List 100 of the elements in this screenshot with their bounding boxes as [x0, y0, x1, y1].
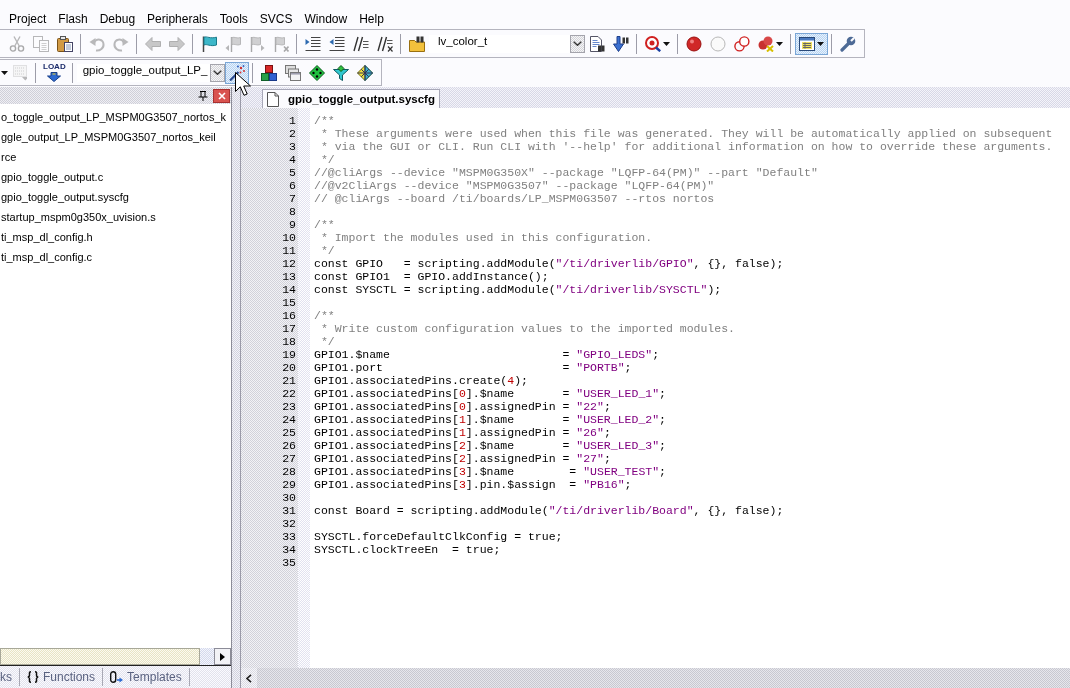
- tree-item[interactable]: gpio_toggle_output.syscfg: [1, 191, 129, 203]
- menu-item[interactable]: Tools: [213, 9, 254, 28]
- panel-tab[interactable]: ks: [0, 668, 20, 686]
- line-number: 22: [282, 387, 296, 400]
- line-number: 2: [289, 127, 296, 140]
- menu-item[interactable]: Help: [353, 9, 390, 28]
- diamond-icon: [308, 64, 325, 81]
- caret-icon: [0, 70, 8, 75]
- line-number: 1: [289, 114, 296, 127]
- scissors-icon: [9, 35, 25, 52]
- code-line: /**: [314, 114, 335, 127]
- scroll-right-button[interactable]: [214, 648, 231, 665]
- code-line: * Write custom configuration values to the imported modules.: [319, 322, 735, 335]
- scrollbar-thumb[interactable]: [0, 648, 200, 665]
- dropdown-button[interactable]: [570, 34, 585, 53]
- folder-binoculars-icon: [409, 35, 425, 52]
- line-number: 20: [282, 361, 296, 374]
- scrollbar-track[interactable]: [200, 648, 214, 665]
- editor-tab[interactable]: gpio_toggle_output.syscfg: [262, 89, 440, 108]
- double-circle-icon: [734, 35, 750, 52]
- line-number: 11: [282, 244, 296, 257]
- caret-icon: [776, 41, 783, 46]
- menu-item[interactable]: Window: [298, 9, 354, 28]
- caret-icon: [817, 41, 824, 46]
- code-line: GPIO1.port = "PORTB";: [314, 361, 632, 374]
- code-line: */: [319, 335, 335, 348]
- outdent-icon: [329, 35, 345, 52]
- line-number: 24: [282, 413, 296, 426]
- close-button[interactable]: [213, 88, 230, 103]
- code-line: //@cliArgs --device "MSPM0G350X" --package "LQFP-64(PM)" --part "Default": [314, 166, 818, 179]
- code-line: */: [319, 244, 335, 257]
- down-arrow-icon: [47, 72, 62, 82]
- tree-item[interactable]: startup_mspm0g350x_uvision.s: [1, 211, 156, 223]
- load-button[interactable]: LOAD: [40, 61, 69, 84]
- code-line: GPIO1.associatedPins[2].assignedPin = "27";: [314, 452, 611, 465]
- line-number: 34: [282, 543, 296, 556]
- menu-item[interactable]: Flash: [52, 9, 94, 28]
- comment-icon: [353, 35, 369, 52]
- menu-item[interactable]: SVCS: [253, 9, 299, 28]
- template-icon: [110, 671, 124, 683]
- tree-item[interactable]: rce: [1, 151, 17, 163]
- code-line: /**: [314, 309, 335, 322]
- wrench-icon: [840, 35, 856, 52]
- window-list-icon: [799, 35, 815, 52]
- close-icon: [217, 91, 226, 100]
- scroll-left-button[interactable]: [241, 668, 257, 688]
- caret-icon: [663, 41, 670, 46]
- line-number: 29: [282, 478, 296, 491]
- menu-item[interactable]: Project: [3, 9, 53, 28]
- tree-item[interactable]: ggle_output_LP_MSPM0G3507_nortos_keil: [1, 131, 216, 143]
- menu-item[interactable]: Peripherals: [141, 9, 214, 28]
- left-arrow-icon: [145, 35, 161, 52]
- code-area[interactable]: [310, 108, 1070, 668]
- right-triangle-icon: [220, 652, 225, 661]
- left-chevron-icon: [246, 673, 252, 683]
- flag-right-icon: [249, 35, 265, 52]
- combo-field[interactable]: gpio_toggle_output_LP_: [76, 63, 210, 82]
- line-number: 30: [282, 491, 296, 504]
- funnel-icon: [332, 64, 349, 81]
- uncomment-icon: [377, 35, 393, 52]
- code-line: // @cliArgs --board /ti/boards/LP_MSPM0G3507 --rtos nortos: [314, 192, 715, 205]
- line-number: 25: [282, 426, 296, 439]
- panel-tab[interactable]: Functions: [20, 668, 104, 686]
- wand-icon: [228, 64, 245, 81]
- code-line: GPIO1.associatedPins[3].pin.$assign = "PB16";: [314, 478, 632, 491]
- combo-field[interactable]: lv_color_t: [429, 34, 570, 53]
- panel-tab[interactable]: Templates: [103, 668, 190, 686]
- code-line: GPIO1.associatedPins[1].$name = "USER_LED_2";: [314, 413, 666, 426]
- line-number: 31: [282, 504, 296, 517]
- arrow-binoculars-icon: [613, 35, 629, 52]
- circles-cross-icon: [758, 35, 774, 52]
- line-number: 23: [282, 400, 296, 413]
- tree-item[interactable]: ti_msp_dl_config.h: [1, 231, 93, 243]
- code-line: const GPIO = scripting.addModule("/ti/driverlib/GPIO", {}, false);: [314, 257, 784, 270]
- code-line: /**: [314, 218, 335, 231]
- tree-item[interactable]: o_toggle_output_LP_MSPM0G3507_nortos_k: [1, 111, 227, 123]
- code-line: * These arguments were used when this file was generated. They will be automatically applied on subsequent: [319, 127, 1053, 140]
- line-number: 19: [282, 348, 296, 361]
- line-number: 3: [289, 140, 296, 153]
- tree-item[interactable]: gpio_toggle_output.c: [1, 171, 104, 183]
- menu-item[interactable]: Debug: [93, 9, 142, 28]
- window-layout-button[interactable]: [795, 32, 828, 55]
- indent-icon: [305, 35, 321, 52]
- line-number: 26: [282, 439, 296, 452]
- tree-item[interactable]: ti_msp_dl_config.c: [1, 251, 93, 263]
- grid-arrow-icon: [13, 64, 27, 81]
- braces-icon: [27, 671, 39, 683]
- line-number: 35: [282, 556, 296, 569]
- code-line: GPIO1.associatedPins[0].assignedPin = "22";: [314, 400, 611, 413]
- code-line: //@v2CliArgs --device "MSPM0G3507" --package "LQFP-64(PM)": [314, 179, 715, 192]
- chevron-down-icon: [212, 70, 222, 75]
- line-number: 18: [282, 335, 296, 348]
- flag-cross-icon: [273, 35, 289, 52]
- code-line: SYSCTL.forceDefaultClkConfig = true;: [314, 530, 563, 543]
- code-line: * via the GUI or CLI. Run CLI with '--help' for additional information on how to override these arguments.: [319, 140, 1053, 153]
- line-number: 33: [282, 530, 296, 543]
- line-number: 28: [282, 465, 296, 478]
- code-line: GPIO1.associatedPins[1].assignedPin = "26";: [314, 426, 611, 439]
- code-line: * Import the modules used in this configuration.: [319, 231, 653, 244]
- pin-icon: [198, 90, 208, 101]
